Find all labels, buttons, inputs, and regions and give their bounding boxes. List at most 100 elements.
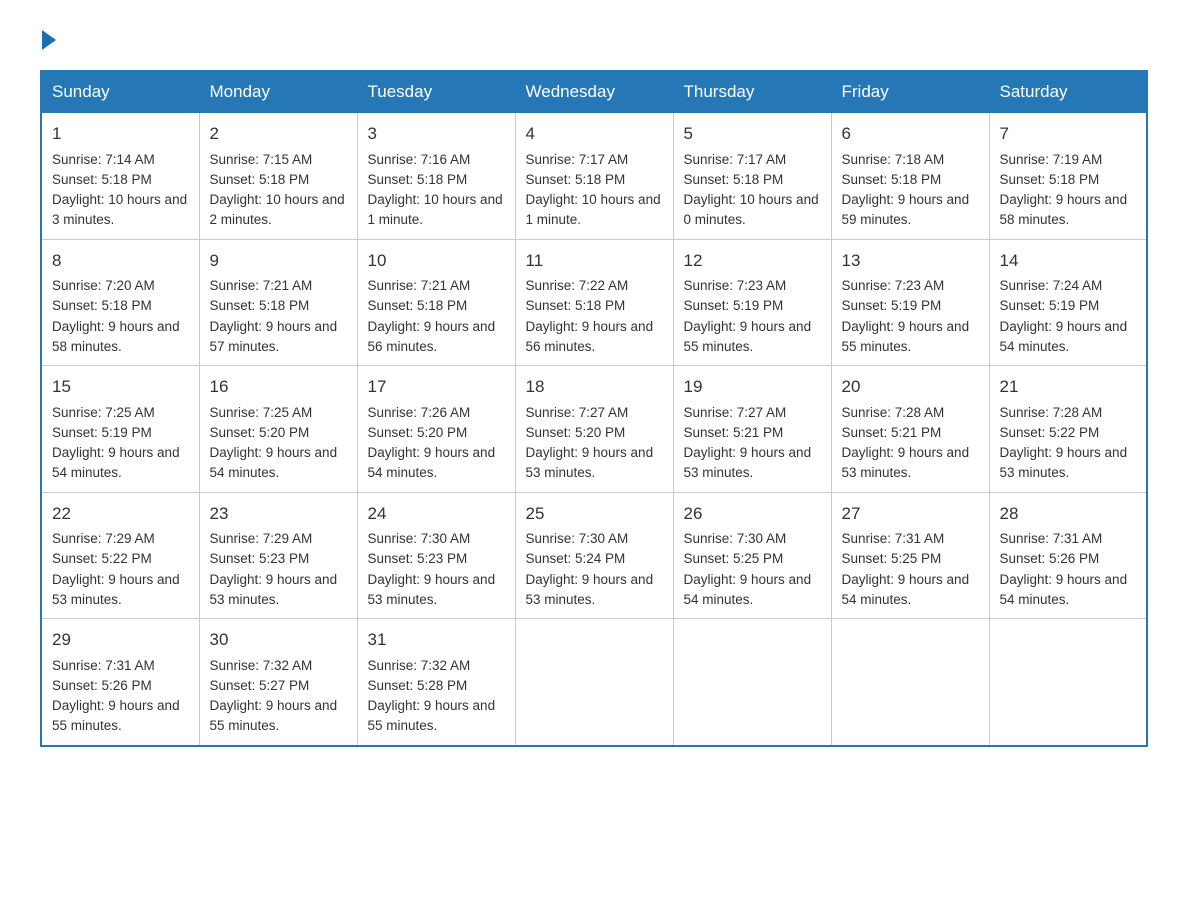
calendar-cell: 30Sunrise: 7:32 AMSunset: 5:27 PMDayligh… [199, 619, 357, 746]
sunset-text: Sunset: 5:18 PM [210, 298, 310, 313]
day-number: 2 [210, 121, 347, 147]
calendar-cell: 24Sunrise: 7:30 AMSunset: 5:23 PMDayligh… [357, 492, 515, 619]
calendar-cell: 20Sunrise: 7:28 AMSunset: 5:21 PMDayligh… [831, 366, 989, 493]
sunset-text: Sunset: 5:25 PM [842, 551, 942, 566]
calendar-cell: 21Sunrise: 7:28 AMSunset: 5:22 PMDayligh… [989, 366, 1147, 493]
sunrise-text: Sunrise: 7:31 AM [52, 658, 155, 673]
calendar-cell: 27Sunrise: 7:31 AMSunset: 5:25 PMDayligh… [831, 492, 989, 619]
daylight-text: Daylight: 9 hours and 54 minutes. [52, 445, 180, 480]
calendar-cell: 22Sunrise: 7:29 AMSunset: 5:22 PMDayligh… [41, 492, 199, 619]
day-number: 20 [842, 374, 979, 400]
calendar-cell: 15Sunrise: 7:25 AMSunset: 5:19 PMDayligh… [41, 366, 199, 493]
sunrise-text: Sunrise: 7:24 AM [1000, 278, 1103, 293]
daylight-text: Daylight: 9 hours and 53 minutes. [368, 572, 496, 607]
day-number: 26 [684, 501, 821, 527]
daylight-text: Daylight: 9 hours and 58 minutes. [1000, 192, 1128, 227]
calendar-cell [989, 619, 1147, 746]
day-number: 3 [368, 121, 505, 147]
day-number: 5 [684, 121, 821, 147]
sunrise-text: Sunrise: 7:31 AM [842, 531, 945, 546]
daylight-text: Daylight: 9 hours and 53 minutes. [526, 572, 654, 607]
daylight-text: Daylight: 9 hours and 53 minutes. [1000, 445, 1128, 480]
sunrise-text: Sunrise: 7:29 AM [52, 531, 155, 546]
sunrise-text: Sunrise: 7:27 AM [526, 405, 629, 420]
sunrise-text: Sunrise: 7:17 AM [526, 152, 629, 167]
calendar-cell: 11Sunrise: 7:22 AMSunset: 5:18 PMDayligh… [515, 239, 673, 366]
calendar-cell: 16Sunrise: 7:25 AMSunset: 5:20 PMDayligh… [199, 366, 357, 493]
day-header-wednesday: Wednesday [515, 71, 673, 113]
sunset-text: Sunset: 5:25 PM [684, 551, 784, 566]
sunrise-text: Sunrise: 7:17 AM [684, 152, 787, 167]
sunrise-text: Sunrise: 7:28 AM [842, 405, 945, 420]
day-number: 6 [842, 121, 979, 147]
logo [40, 30, 58, 50]
day-number: 30 [210, 627, 347, 653]
sunrise-text: Sunrise: 7:15 AM [210, 152, 313, 167]
calendar-header-row: SundayMondayTuesdayWednesdayThursdayFrid… [41, 71, 1147, 113]
day-header-thursday: Thursday [673, 71, 831, 113]
sunset-text: Sunset: 5:18 PM [684, 172, 784, 187]
daylight-text: Daylight: 9 hours and 55 minutes. [210, 698, 338, 733]
daylight-text: Daylight: 10 hours and 3 minutes. [52, 192, 187, 227]
sunset-text: Sunset: 5:20 PM [368, 425, 468, 440]
calendar-week-row: 15Sunrise: 7:25 AMSunset: 5:19 PMDayligh… [41, 366, 1147, 493]
sunset-text: Sunset: 5:19 PM [842, 298, 942, 313]
sunrise-text: Sunrise: 7:30 AM [684, 531, 787, 546]
daylight-text: Daylight: 10 hours and 0 minutes. [684, 192, 819, 227]
sunrise-text: Sunrise: 7:22 AM [526, 278, 629, 293]
calendar-cell [831, 619, 989, 746]
day-header-friday: Friday [831, 71, 989, 113]
day-header-saturday: Saturday [989, 71, 1147, 113]
day-number: 31 [368, 627, 505, 653]
calendar-cell: 10Sunrise: 7:21 AMSunset: 5:18 PMDayligh… [357, 239, 515, 366]
calendar-cell: 26Sunrise: 7:30 AMSunset: 5:25 PMDayligh… [673, 492, 831, 619]
calendar-week-row: 8Sunrise: 7:20 AMSunset: 5:18 PMDaylight… [41, 239, 1147, 366]
sunrise-text: Sunrise: 7:32 AM [210, 658, 313, 673]
daylight-text: Daylight: 9 hours and 54 minutes. [1000, 319, 1128, 354]
sunrise-text: Sunrise: 7:28 AM [1000, 405, 1103, 420]
calendar-cell: 25Sunrise: 7:30 AMSunset: 5:24 PMDayligh… [515, 492, 673, 619]
sunrise-text: Sunrise: 7:29 AM [210, 531, 313, 546]
calendar-cell [673, 619, 831, 746]
calendar-table: SundayMondayTuesdayWednesdayThursdayFrid… [40, 70, 1148, 747]
sunset-text: Sunset: 5:22 PM [52, 551, 152, 566]
day-number: 16 [210, 374, 347, 400]
sunset-text: Sunset: 5:19 PM [52, 425, 152, 440]
calendar-cell: 13Sunrise: 7:23 AMSunset: 5:19 PMDayligh… [831, 239, 989, 366]
sunrise-text: Sunrise: 7:25 AM [52, 405, 155, 420]
sunset-text: Sunset: 5:18 PM [842, 172, 942, 187]
calendar-cell: 29Sunrise: 7:31 AMSunset: 5:26 PMDayligh… [41, 619, 199, 746]
sunrise-text: Sunrise: 7:19 AM [1000, 152, 1103, 167]
day-number: 28 [1000, 501, 1137, 527]
sunset-text: Sunset: 5:18 PM [1000, 172, 1100, 187]
sunrise-text: Sunrise: 7:23 AM [842, 278, 945, 293]
day-number: 13 [842, 248, 979, 274]
day-header-monday: Monday [199, 71, 357, 113]
calendar-cell: 9Sunrise: 7:21 AMSunset: 5:18 PMDaylight… [199, 239, 357, 366]
calendar-cell: 12Sunrise: 7:23 AMSunset: 5:19 PMDayligh… [673, 239, 831, 366]
daylight-text: Daylight: 9 hours and 53 minutes. [52, 572, 180, 607]
day-number: 1 [52, 121, 189, 147]
sunset-text: Sunset: 5:18 PM [210, 172, 310, 187]
sunset-text: Sunset: 5:24 PM [526, 551, 626, 566]
logo-arrow-icon [42, 30, 56, 50]
sunset-text: Sunset: 5:21 PM [684, 425, 784, 440]
calendar-cell: 5 Sunrise: 7:17 AM Sunset: 5:18 PM Daylight… [673, 113, 831, 240]
sunrise-text: Sunrise: 7:18 AM [842, 152, 945, 167]
daylight-text: Daylight: 10 hours and 1 minute. [526, 192, 661, 227]
sunrise-text: Sunrise: 7:14 AM [52, 152, 155, 167]
sunset-text: Sunset: 5:28 PM [368, 678, 468, 693]
calendar-cell: 6 Sunrise: 7:18 AM Sunset: 5:18 PM Daylight… [831, 113, 989, 240]
daylight-text: Daylight: 9 hours and 53 minutes. [842, 445, 970, 480]
day-number: 9 [210, 248, 347, 274]
calendar-cell: 2Sunrise: 7:15 AMSunset: 5:18 PMDaylight… [199, 113, 357, 240]
daylight-text: Daylight: 9 hours and 56 minutes. [368, 319, 496, 354]
daylight-text: Daylight: 9 hours and 59 minutes. [842, 192, 970, 227]
calendar-cell: 23Sunrise: 7:29 AMSunset: 5:23 PMDayligh… [199, 492, 357, 619]
calendar-cell: 31Sunrise: 7:32 AMSunset: 5:28 PMDayligh… [357, 619, 515, 746]
page-header [40, 30, 1148, 50]
day-number: 17 [368, 374, 505, 400]
day-number: 11 [526, 248, 663, 274]
daylight-text: Daylight: 9 hours and 53 minutes. [526, 445, 654, 480]
sunrise-text: Sunrise: 7:21 AM [368, 278, 471, 293]
